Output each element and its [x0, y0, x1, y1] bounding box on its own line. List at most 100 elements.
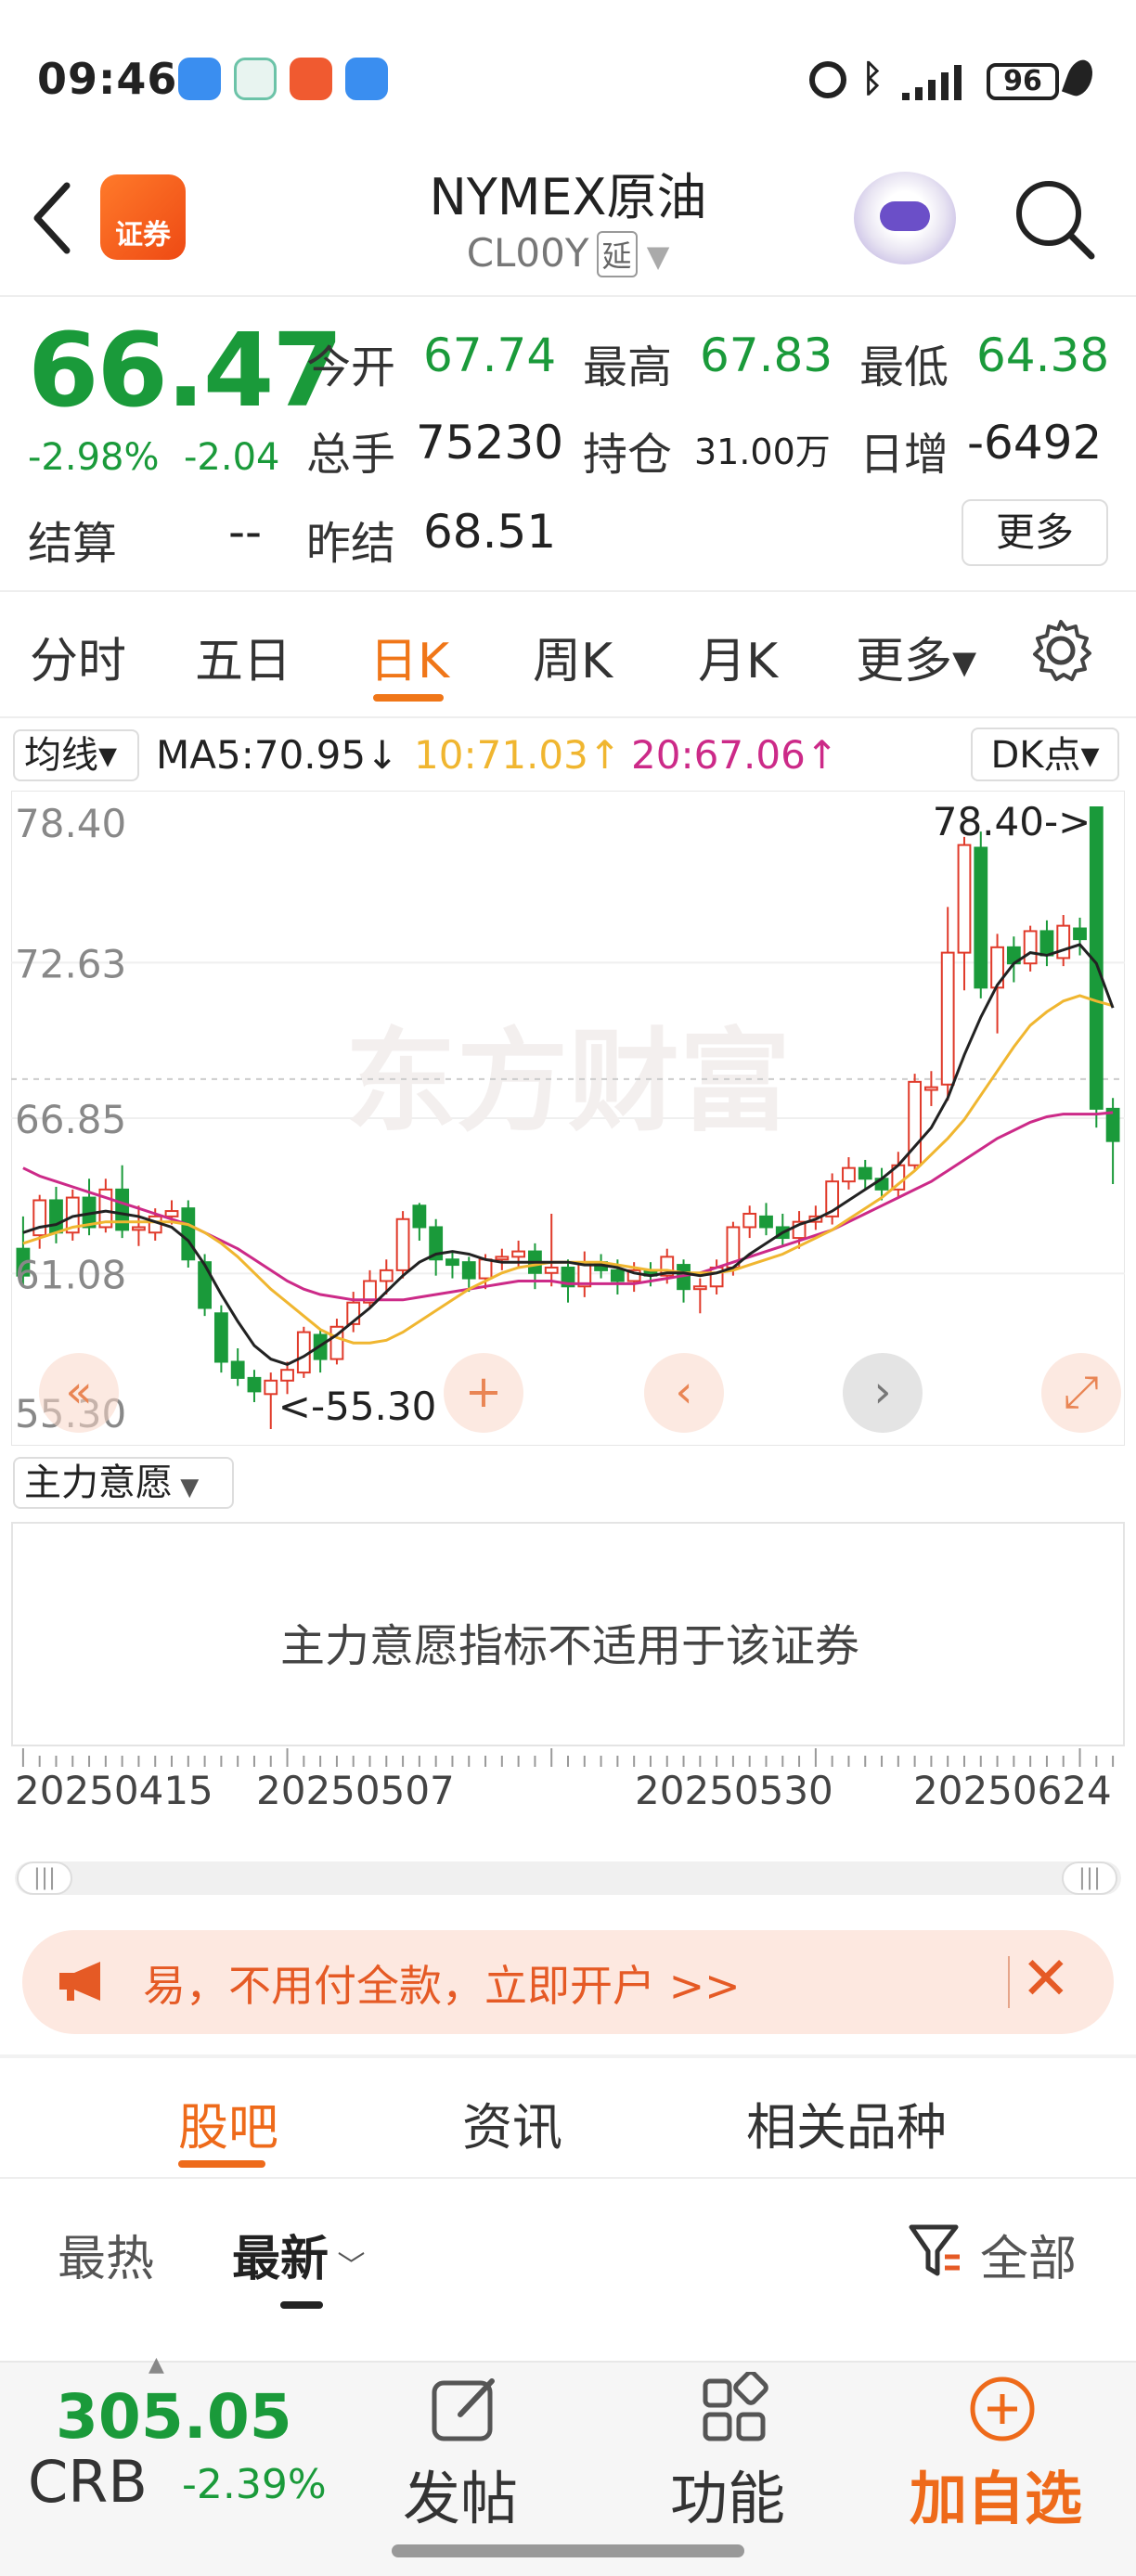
sort-latest[interactable]: 最新 ﹀: [232, 2220, 366, 2289]
candle-body: [264, 1379, 278, 1396]
indicator-selector[interactable]: 主力意愿 ▼: [13, 1457, 234, 1509]
candle-body: [842, 1166, 856, 1183]
plus-circle-icon: [970, 2376, 1035, 2441]
low-value: 64.38: [976, 328, 1110, 382]
y-axis-label: 78.40: [15, 801, 126, 846]
search-button[interactable]: [1012, 176, 1095, 260]
index-name[interactable]: CRB: [28, 2448, 148, 2516]
zoom-in-button[interactable]: +: [444, 1353, 523, 1433]
tab-five-day[interactable]: 五日: [195, 622, 291, 691]
divider: [0, 716, 1136, 718]
add-watchlist-button[interactable]: 加自选: [900, 2372, 1104, 2567]
date-label: 20250530: [635, 1768, 833, 1813]
scroll-handle-left[interactable]: |||: [17, 1861, 72, 1895]
candle-body: [49, 1199, 63, 1234]
tab-monthly-k[interactable]: 月K: [698, 622, 778, 691]
zoom-out-button[interactable]: «: [39, 1353, 119, 1433]
fullscreen-button[interactable]: ⤢: [1041, 1353, 1121, 1433]
status-bar: 09:46 ᛒ 96: [0, 0, 1136, 139]
y-axis-label: 72.63: [15, 941, 126, 986]
candle-body: [395, 1217, 410, 1271]
pan-left-button[interactable]: ‹: [644, 1353, 724, 1433]
signal-icon: [902, 65, 962, 100]
candle-body: [858, 1166, 872, 1180]
tab-daily-k[interactable]: 日K: [369, 622, 449, 691]
battery-icon: 96: [987, 63, 1059, 100]
index-change: -2.39%: [182, 2461, 327, 2508]
open-value: 67.74: [423, 328, 557, 382]
sort-hot[interactable]: 最热: [58, 2220, 154, 2289]
candle-body: [957, 844, 972, 954]
tab-more[interactable]: 更多▾: [856, 622, 976, 691]
index-value[interactable]: 305.05: [56, 2381, 292, 2453]
ma20-value: 20:67.06↑: [631, 732, 839, 778]
ma-selector[interactable]: 均线▾: [13, 729, 139, 781]
page-title: NYMEX原油: [429, 168, 707, 226]
tab-weekly-k[interactable]: 周K: [533, 622, 613, 691]
dropdown-icon: ▼: [637, 238, 670, 274]
promo-banner[interactable]: 易，不用付全款，立即开户 >> ✕: [22, 1930, 1114, 2034]
candle-body: [692, 1285, 707, 1291]
change-pct: -2.98%: [28, 436, 160, 479]
divider: [0, 2177, 1136, 2179]
alarm-icon: [809, 61, 846, 98]
candle-body: [164, 1210, 179, 1217]
more-quote-button[interactable]: 更多: [962, 499, 1108, 566]
candle-body: [230, 1360, 245, 1379]
app-icon: [345, 58, 388, 100]
contract-code[interactable]: CL00Y 延 ▼: [0, 230, 1136, 277]
sort-latest-label: 最新: [232, 2232, 329, 2287]
min-price-marker: <-55.30: [278, 1384, 437, 1429]
filter-icon[interactable]: [908, 2222, 963, 2281]
post-button[interactable]: 发帖: [390, 2372, 538, 2567]
sort-underline: [280, 2301, 323, 2309]
divider: [1008, 1956, 1010, 2008]
volume-value: 75230: [416, 416, 564, 470]
function-button[interactable]: 功能: [661, 2372, 809, 2567]
daily-increase-value: -6492: [967, 416, 1103, 470]
candle-body: [923, 1086, 938, 1091]
tab-guba[interactable]: 股吧: [178, 2086, 278, 2159]
y-axis-label: 61.08: [15, 1252, 126, 1297]
bluetooth-icon: ᛒ: [861, 58, 884, 100]
filter-all[interactable]: 全部: [980, 2220, 1077, 2289]
chat-icon: [178, 58, 221, 100]
candle-body: [198, 1261, 213, 1309]
candle-body: [759, 1215, 773, 1229]
change-value: -2.04: [184, 436, 280, 479]
assistant-avatar[interactable]: [854, 172, 956, 264]
dk-point-selector[interactable]: DK点▾: [971, 728, 1119, 781]
last-price: 66.47: [28, 311, 343, 430]
high-label: 最高: [583, 341, 673, 393]
megaphone-icon: [59, 1962, 100, 2001]
leaf-icon: [1061, 56, 1098, 100]
close-icon[interactable]: ✕: [1021, 1947, 1071, 2012]
candle-body: [461, 1261, 476, 1280]
tab-related[interactable]: 相关品种: [746, 2086, 947, 2159]
chevron-down-icon: ﹀: [329, 2250, 366, 2283]
scroll-handle-right[interactable]: |||: [1062, 1861, 1117, 1895]
kline-chart[interactable]: 东方财富78.4072.6366.8561.0855.3078.40-><-55…: [11, 791, 1125, 1446]
candle-body: [181, 1207, 196, 1261]
tab-news[interactable]: 资讯: [462, 2086, 562, 2159]
candle-body: [544, 1266, 559, 1274]
daily-increase-label: 日增: [859, 429, 949, 481]
settings-icon[interactable]: [1028, 618, 1093, 683]
tab-intraday[interactable]: 分时: [30, 622, 126, 691]
candle-body: [1023, 930, 1038, 965]
app-icon: [290, 58, 332, 100]
date-label: 20250415: [15, 1768, 213, 1813]
add-watchlist-label: 加自选: [910, 2465, 1083, 2532]
divider: [0, 295, 1136, 297]
candle-body: [1073, 927, 1087, 941]
pan-right-button[interactable]: ›: [843, 1353, 923, 1433]
date-label: 20250624: [913, 1768, 1112, 1813]
volume-label: 总手: [306, 429, 396, 481]
candle-body: [511, 1250, 526, 1258]
settle-label: 结算: [28, 518, 118, 570]
clock: 09:46: [37, 54, 178, 104]
ma10-value: 10:71.03↑: [414, 732, 622, 778]
divider: [0, 590, 1136, 592]
chart-scrollbar[interactable]: [15, 1861, 1121, 1895]
prev-settle-value: 68.51: [423, 505, 557, 559]
